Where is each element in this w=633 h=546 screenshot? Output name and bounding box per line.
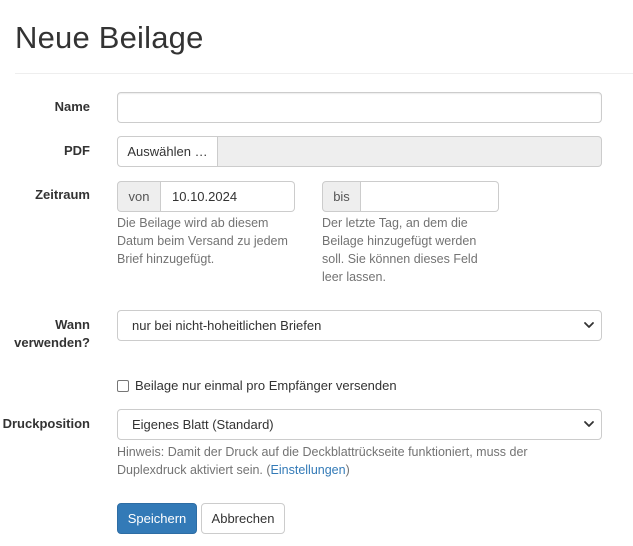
to-date-input[interactable] (361, 181, 499, 212)
title-divider (15, 73, 633, 74)
pdf-label: PDF (64, 143, 90, 158)
from-date-input[interactable]: 10.10.2024 (161, 181, 295, 212)
name-input[interactable] (117, 92, 602, 123)
from-addon: von (117, 181, 161, 212)
to-date-help: Der letzte Tag, an dem die Beilage hinzu… (322, 216, 478, 284)
page-title: Neue Beilage (15, 20, 204, 55)
to-date-group: bis (322, 181, 499, 212)
druckposition-hint: Hinweis: Damit der Druck auf die Deckbla… (117, 445, 528, 477)
save-button[interactable]: Speichern (117, 503, 197, 534)
to-addon: bis (322, 181, 361, 212)
wann-selected-value: nur bei nicht-hoheitlichen Briefen (132, 318, 322, 333)
once-per-recipient-checkbox[interactable] (117, 379, 129, 392)
wann-label: Wann verwenden? (14, 317, 90, 350)
pdf-choose-button[interactable]: Auswählen … (117, 136, 218, 167)
chevron-down-icon (584, 421, 594, 427)
cancel-button[interactable]: Abbrechen (201, 503, 285, 534)
name-label: Name (54, 99, 90, 114)
druckposition-select[interactable]: Eigenes Blatt (Standard) (117, 409, 602, 440)
wann-select[interactable]: nur bei nicht-hoheitlichen Briefen (117, 310, 602, 341)
from-date-group: von 10.10.2024 (117, 181, 295, 212)
once-per-recipient-row: Beilage nur einmal pro Empfänger versend… (117, 378, 397, 393)
settings-link[interactable]: Einstellungen (271, 463, 346, 477)
pdf-filename-display (218, 136, 602, 167)
chevron-down-icon (584, 322, 594, 328)
druckposition-selected-value: Eigenes Blatt (Standard) (132, 417, 274, 432)
from-date-help: Die Beilage wird ab diesem Datum beim Ve… (117, 216, 288, 266)
pdf-file-picker: Auswählen … (117, 136, 602, 167)
once-per-recipient-label[interactable]: Beilage nur einmal pro Empfänger versend… (135, 378, 397, 393)
druckposition-label: Druckposition (2, 416, 90, 431)
zeitraum-label: Zeitraum (35, 187, 90, 202)
